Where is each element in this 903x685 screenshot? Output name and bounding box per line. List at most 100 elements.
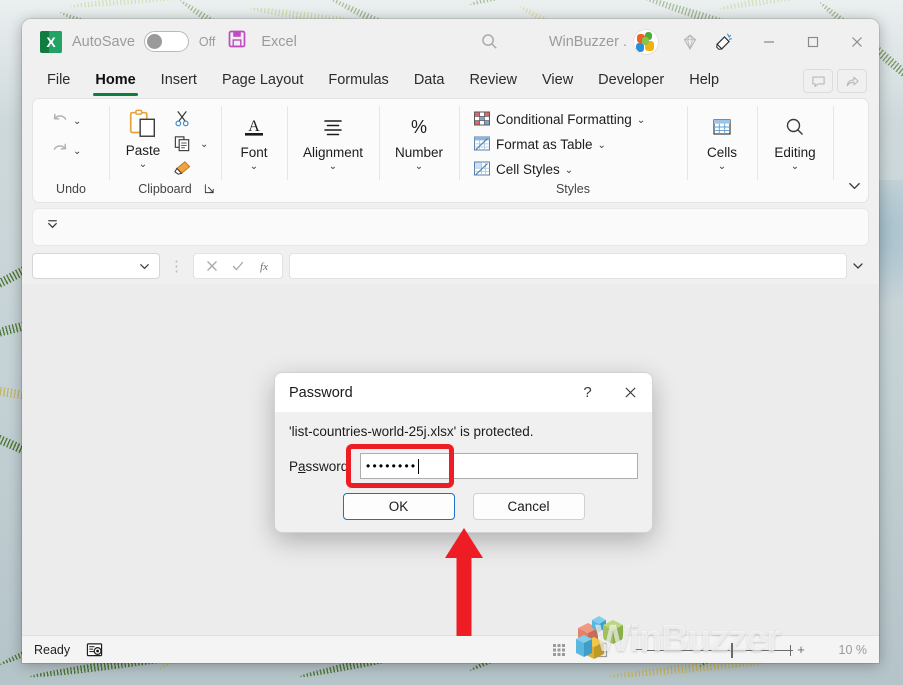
share-icon[interactable] bbox=[837, 69, 867, 93]
redo-dropdown-icon[interactable]: ⌄ bbox=[73, 146, 81, 156]
cancel-x-icon[interactable] bbox=[200, 255, 224, 277]
page-layout-view-button[interactable] bbox=[589, 640, 613, 660]
dialog-buttons: OK Cancel bbox=[289, 479, 638, 520]
tab-formulas[interactable]: Formulas bbox=[317, 69, 399, 94]
diamond-icon[interactable] bbox=[673, 25, 707, 59]
excel-logo-icon: X bbox=[40, 30, 62, 53]
tab-file[interactable]: File bbox=[36, 69, 81, 94]
format-painter-button[interactable] bbox=[169, 157, 212, 180]
tab-help[interactable]: Help bbox=[678, 69, 730, 94]
text-cursor bbox=[418, 458, 420, 474]
cut-button[interactable] bbox=[169, 107, 212, 130]
tab-file-label: File bbox=[47, 71, 71, 88]
password-row: Password: •••••••• bbox=[289, 453, 638, 479]
number-dropdown-icon[interactable]: ⌄ bbox=[415, 162, 423, 172]
tab-page-layout-label: Page Layout bbox=[221, 71, 304, 88]
tab-developer[interactable]: Developer bbox=[587, 69, 675, 94]
tab-page-layout[interactable]: Page Layout bbox=[211, 69, 314, 94]
font-label: Font bbox=[240, 145, 268, 160]
tab-insert[interactable]: Insert bbox=[150, 69, 208, 94]
conditional-formatting-label: Conditional Formatting bbox=[496, 111, 632, 127]
cell-styles-icon bbox=[474, 161, 490, 176]
tab-view[interactable]: View bbox=[531, 69, 584, 94]
alignment-label: Alignment bbox=[302, 145, 364, 160]
title-bar: X AutoSave Off Excel WinBuzzer . bbox=[22, 19, 879, 64]
font-dropdown-icon[interactable]: ⌄ bbox=[250, 162, 258, 172]
formula-bar-handle[interactable]: ⋮ bbox=[160, 259, 193, 274]
ok-button[interactable]: OK bbox=[342, 493, 455, 520]
minimize-button[interactable] bbox=[747, 20, 791, 64]
paste-icon bbox=[129, 109, 155, 137]
zoom-out-button[interactable]: − bbox=[631, 642, 647, 657]
close-button[interactable] bbox=[835, 20, 879, 64]
insert-function-fx-icon[interactable]: fx bbox=[252, 255, 276, 277]
conditional-formatting-dropdown-icon[interactable]: ⌄ bbox=[637, 115, 645, 125]
search-icon[interactable] bbox=[473, 25, 507, 59]
clipboard-dialog-launcher[interactable] bbox=[204, 181, 215, 199]
alignment-dropdown-icon[interactable]: ⌄ bbox=[329, 162, 337, 172]
accessibility-checker-icon[interactable] bbox=[86, 642, 103, 658]
zoom-slider-handle[interactable] bbox=[731, 642, 733, 658]
autosave-toggle[interactable] bbox=[143, 31, 189, 52]
chevron-down-icon[interactable] bbox=[847, 178, 862, 198]
user-avatar[interactable] bbox=[633, 28, 659, 55]
font-button[interactable]: A Font ⌄ bbox=[233, 111, 275, 174]
format-painter-icon bbox=[174, 161, 191, 175]
alignment-button[interactable]: Alignment ⌄ bbox=[296, 111, 370, 174]
cancel-button[interactable]: Cancel bbox=[472, 493, 585, 520]
copy-dropdown-icon[interactable]: ⌄ bbox=[200, 140, 208, 150]
format-as-table-button[interactable]: Format as Table ⌄ bbox=[469, 133, 610, 155]
tab-developer-label: Developer bbox=[598, 71, 665, 88]
number-button[interactable]: % Number ⌄ bbox=[388, 111, 450, 174]
conditional-formatting-button[interactable]: Conditional Formatting ⌄ bbox=[469, 108, 649, 130]
cells-dropdown-icon[interactable]: ⌄ bbox=[718, 162, 726, 172]
tab-home-label: Home bbox=[95, 71, 136, 88]
cell-styles-dropdown-icon[interactable]: ⌄ bbox=[565, 165, 573, 175]
status-bar: Ready − + 10 % bbox=[22, 635, 879, 663]
cell-styles-button[interactable]: Cell Styles ⌄ bbox=[469, 158, 577, 180]
tab-view-label: View bbox=[542, 71, 574, 88]
ribbon-group-number: % Number ⌄ bbox=[379, 99, 459, 202]
alignment-icon bbox=[324, 120, 342, 136]
dialog-close-button[interactable] bbox=[609, 373, 652, 412]
paste-button[interactable]: Paste ⌄ bbox=[117, 105, 169, 172]
paste-dropdown-icon[interactable]: ⌄ bbox=[139, 160, 147, 170]
account-name[interactable]: WinBuzzer . bbox=[549, 34, 627, 50]
help-question-icon[interactable]: ? bbox=[566, 373, 609, 412]
password-input[interactable]: •••••••• bbox=[360, 453, 638, 479]
svg-text:A: A bbox=[248, 118, 260, 135]
save-icon[interactable] bbox=[227, 29, 247, 54]
cells-icon bbox=[713, 119, 731, 135]
normal-view-button[interactable] bbox=[547, 640, 571, 660]
ribbon-group-font: A Font ⌄ bbox=[221, 99, 287, 202]
zoom-slider[interactable]: − + bbox=[631, 641, 809, 659]
ribbon-group-clipboard: Paste ⌄ ⌄ Clipboard bbox=[109, 99, 221, 202]
editing-label: Editing bbox=[774, 145, 816, 160]
undo-button[interactable]: ⌄ bbox=[47, 109, 84, 131]
tab-review[interactable]: Review bbox=[458, 69, 528, 94]
redo-button[interactable]: ⌄ bbox=[47, 139, 84, 161]
format-as-table-dropdown-icon[interactable]: ⌄ bbox=[598, 140, 606, 150]
copy-button[interactable]: ⌄ bbox=[169, 132, 212, 155]
zoom-in-button[interactable]: + bbox=[793, 642, 809, 657]
editing-button[interactable]: Editing ⌄ bbox=[767, 111, 822, 174]
editing-dropdown-icon[interactable]: ⌄ bbox=[791, 162, 799, 172]
formula-input[interactable] bbox=[289, 253, 847, 279]
ribbon-overflow-chevron-icon[interactable] bbox=[45, 217, 60, 237]
megaphone-icon[interactable] bbox=[707, 25, 741, 59]
maximize-button[interactable] bbox=[791, 20, 835, 64]
undo-dropdown-icon[interactable]: ⌄ bbox=[73, 116, 81, 126]
enter-check-icon[interactable] bbox=[226, 255, 250, 277]
dialog-message: 'list-countries-world-25j.xlsx' is prote… bbox=[289, 424, 534, 439]
cells-button[interactable]: Cells ⌄ bbox=[700, 111, 744, 174]
comment-icon[interactable] bbox=[803, 69, 833, 93]
tab-home[interactable]: Home bbox=[84, 69, 146, 96]
name-box[interactable] bbox=[32, 253, 160, 279]
expand-formula-bar-icon[interactable] bbox=[847, 259, 869, 273]
ribbon-group-styles-title: Styles bbox=[555, 182, 591, 196]
zoom-level-label[interactable]: 10 % bbox=[827, 643, 868, 657]
font-a-icon: A bbox=[245, 118, 263, 136]
tab-data[interactable]: Data bbox=[403, 69, 456, 94]
dialog-title: Password bbox=[289, 384, 353, 401]
tab-help-label: Help bbox=[689, 71, 720, 88]
